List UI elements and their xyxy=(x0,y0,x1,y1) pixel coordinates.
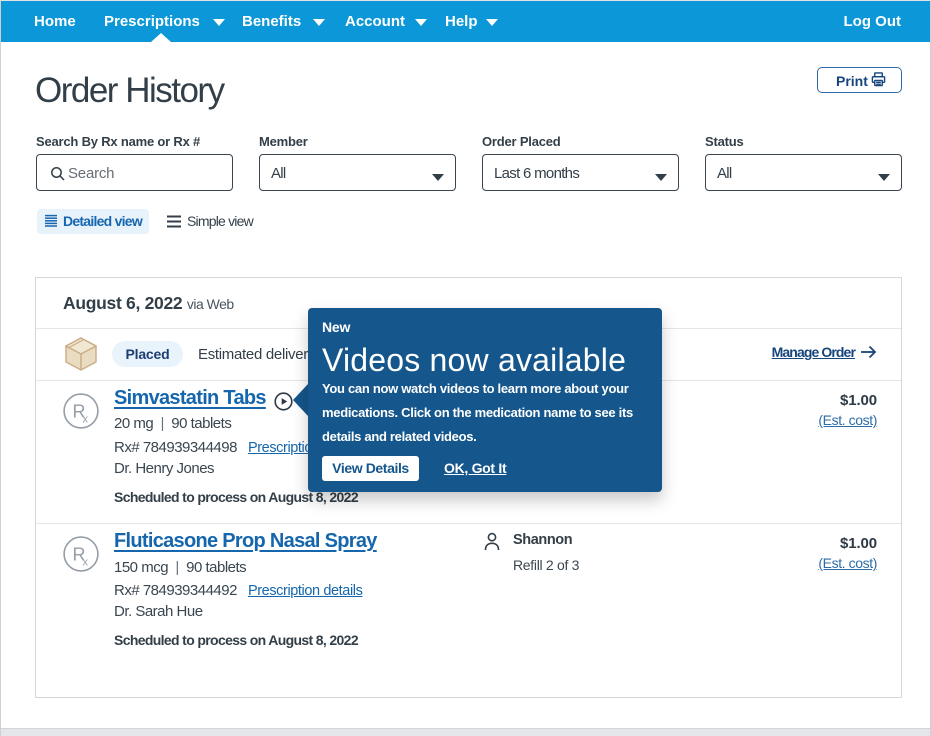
svg-text:x: x xyxy=(83,557,89,569)
svg-text:x: x xyxy=(83,414,89,426)
